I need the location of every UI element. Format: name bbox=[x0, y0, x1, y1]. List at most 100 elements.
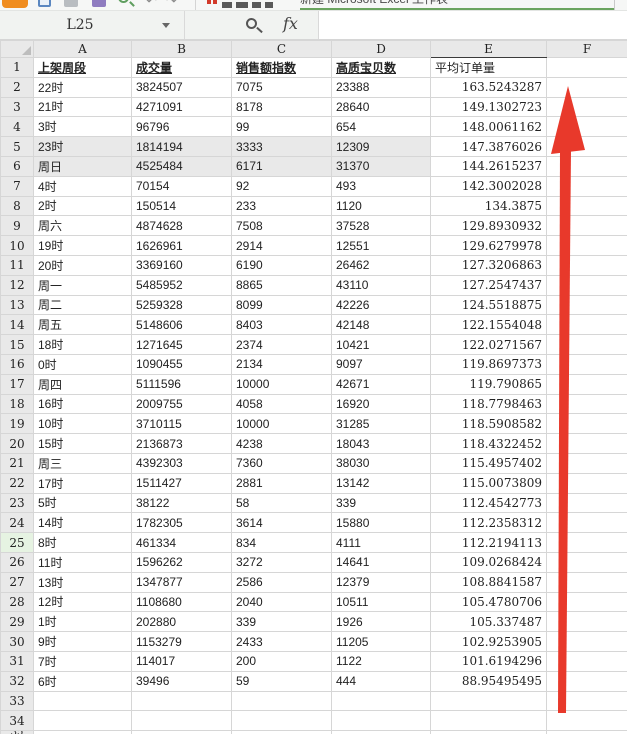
cell-D2[interactable]: 23388 bbox=[332, 77, 431, 97]
cell-F18[interactable] bbox=[547, 394, 627, 414]
row-header-12[interactable]: 12 bbox=[1, 275, 34, 295]
cell-F14[interactable] bbox=[547, 315, 627, 335]
cell-E26[interactable]: 109.0268424 bbox=[431, 552, 547, 572]
cell-F20[interactable] bbox=[547, 434, 627, 454]
cell-F34[interactable] bbox=[547, 711, 627, 731]
cell-D18[interactable]: 16920 bbox=[332, 394, 431, 414]
cell-E11[interactable]: 127.3206863 bbox=[431, 255, 547, 275]
cell-A3[interactable]: 21时 bbox=[34, 97, 132, 117]
cell-F12[interactable] bbox=[547, 275, 627, 295]
row-header-1[interactable]: 1 bbox=[1, 58, 34, 78]
cell-D4[interactable]: 654 bbox=[332, 117, 431, 137]
cell-B23[interactable]: 38122 bbox=[132, 493, 232, 513]
row-header-6[interactable]: 6 bbox=[1, 156, 34, 176]
cell-B15[interactable]: 1271645 bbox=[132, 335, 232, 355]
cell-D10[interactable]: 12551 bbox=[332, 236, 431, 256]
cell-C29[interactable]: 339 bbox=[232, 612, 332, 632]
cell-F35[interactable] bbox=[547, 731, 627, 734]
cell-E10[interactable]: 129.6279978 bbox=[431, 236, 547, 256]
cell-D30[interactable]: 11205 bbox=[332, 632, 431, 652]
cell-C25[interactable]: 834 bbox=[232, 533, 332, 553]
cell-D5[interactable]: 12309 bbox=[332, 137, 431, 157]
column-header-F[interactable]: F bbox=[547, 41, 627, 58]
cell-A15[interactable]: 18时 bbox=[34, 335, 132, 355]
cell-D24[interactable]: 15880 bbox=[332, 513, 431, 533]
cell-E5[interactable]: 147.3876026 bbox=[431, 137, 547, 157]
cell-A26[interactable]: 11时 bbox=[34, 552, 132, 572]
cell-E35[interactable] bbox=[431, 731, 547, 734]
cell-F7[interactable] bbox=[547, 176, 627, 196]
cell-A35[interactable] bbox=[34, 731, 132, 734]
row-header-16[interactable]: 16 bbox=[1, 354, 34, 374]
cell-E15[interactable]: 122.0271567 bbox=[431, 335, 547, 355]
cell-E18[interactable]: 118.7798463 bbox=[431, 394, 547, 414]
row-header-30[interactable]: 30 bbox=[1, 632, 34, 652]
cell-B3[interactable]: 4271091 bbox=[132, 97, 232, 117]
cell-D33[interactable] bbox=[332, 691, 431, 711]
cell-A14[interactable]: 周五 bbox=[34, 315, 132, 335]
cell-C32[interactable]: 59 bbox=[232, 671, 332, 691]
cell-D13[interactable]: 42226 bbox=[332, 295, 431, 315]
row-header-19[interactable]: 19 bbox=[1, 414, 34, 434]
row-header-24[interactable]: 24 bbox=[1, 513, 34, 533]
cell-A33[interactable] bbox=[34, 691, 132, 711]
cell-C19[interactable]: 10000 bbox=[232, 414, 332, 434]
cell-A13[interactable]: 周二 bbox=[34, 295, 132, 315]
cell-E3[interactable]: 149.1302723 bbox=[431, 97, 547, 117]
cell-A32[interactable]: 6时 bbox=[34, 671, 132, 691]
cell-C16[interactable]: 2134 bbox=[232, 354, 332, 374]
cell-D19[interactable]: 31285 bbox=[332, 414, 431, 434]
doc-tab-text-clipped[interactable] bbox=[252, 2, 261, 8]
cell-A21[interactable]: 周三 bbox=[34, 453, 132, 473]
cell-B13[interactable]: 5259328 bbox=[132, 295, 232, 315]
cell-B18[interactable]: 2009755 bbox=[132, 394, 232, 414]
row-header-13[interactable]: 13 bbox=[1, 295, 34, 315]
cell-C10[interactable]: 2914 bbox=[232, 236, 332, 256]
cell-D21[interactable]: 38030 bbox=[332, 453, 431, 473]
preview-icon[interactable] bbox=[92, 0, 106, 7]
cell-D29[interactable]: 1926 bbox=[332, 612, 431, 632]
cell-A31[interactable]: 7时 bbox=[34, 651, 132, 671]
formula-input[interactable] bbox=[318, 11, 627, 39]
cell-F5[interactable] bbox=[547, 137, 627, 157]
name-box-dropdown-icon[interactable] bbox=[162, 23, 170, 28]
cell-E16[interactable]: 119.8697373 bbox=[431, 354, 547, 374]
column-header-D[interactable]: D bbox=[332, 41, 431, 58]
cell-A11[interactable]: 20时 bbox=[34, 255, 132, 275]
cell-C7[interactable]: 92 bbox=[232, 176, 332, 196]
cell-D15[interactable]: 10421 bbox=[332, 335, 431, 355]
cell-C4[interactable]: 99 bbox=[232, 117, 332, 137]
row-header-10[interactable]: 10 bbox=[1, 236, 34, 256]
cell-D16[interactable]: 9097 bbox=[332, 354, 431, 374]
row-header-7[interactable]: 7 bbox=[1, 176, 34, 196]
cell-C18[interactable]: 4058 bbox=[232, 394, 332, 414]
cell-F30[interactable] bbox=[547, 632, 627, 652]
cell-A22[interactable]: 17时 bbox=[34, 473, 132, 493]
cell-D25[interactable]: 4111 bbox=[332, 533, 431, 553]
select-all-corner[interactable] bbox=[1, 41, 34, 58]
cell-D22[interactable]: 13142 bbox=[332, 473, 431, 493]
undo-icon[interactable]: ↶ bbox=[146, 0, 157, 7]
cell-A34[interactable] bbox=[34, 711, 132, 731]
cell-E14[interactable]: 122.1554048 bbox=[431, 315, 547, 335]
cell-B9[interactable]: 4874628 bbox=[132, 216, 232, 236]
cell-E7[interactable]: 142.3002028 bbox=[431, 176, 547, 196]
cell-E34[interactable] bbox=[431, 711, 547, 731]
cell-C8[interactable]: 233 bbox=[232, 196, 332, 216]
cell-F28[interactable] bbox=[547, 592, 627, 612]
cell-E20[interactable]: 118.4322452 bbox=[431, 434, 547, 454]
cell-F22[interactable] bbox=[547, 473, 627, 493]
cell-F10[interactable] bbox=[547, 236, 627, 256]
cell-B11[interactable]: 3369160 bbox=[132, 255, 232, 275]
cell-D32[interactable]: 444 bbox=[332, 671, 431, 691]
cell-C24[interactable]: 3614 bbox=[232, 513, 332, 533]
row-header-35[interactable]: 35 bbox=[1, 731, 34, 734]
cell-D27[interactable]: 12379 bbox=[332, 572, 431, 592]
cell-B29[interactable]: 202880 bbox=[132, 612, 232, 632]
cell-D34[interactable] bbox=[332, 711, 431, 731]
cell-C6[interactable]: 6171 bbox=[232, 156, 332, 176]
cell-A7[interactable]: 4时 bbox=[34, 176, 132, 196]
cell-C17[interactable]: 10000 bbox=[232, 374, 332, 394]
cell-E2[interactable]: 163.5243287 bbox=[431, 77, 547, 97]
cell-C1[interactable]: 销售额指数 bbox=[232, 58, 332, 78]
